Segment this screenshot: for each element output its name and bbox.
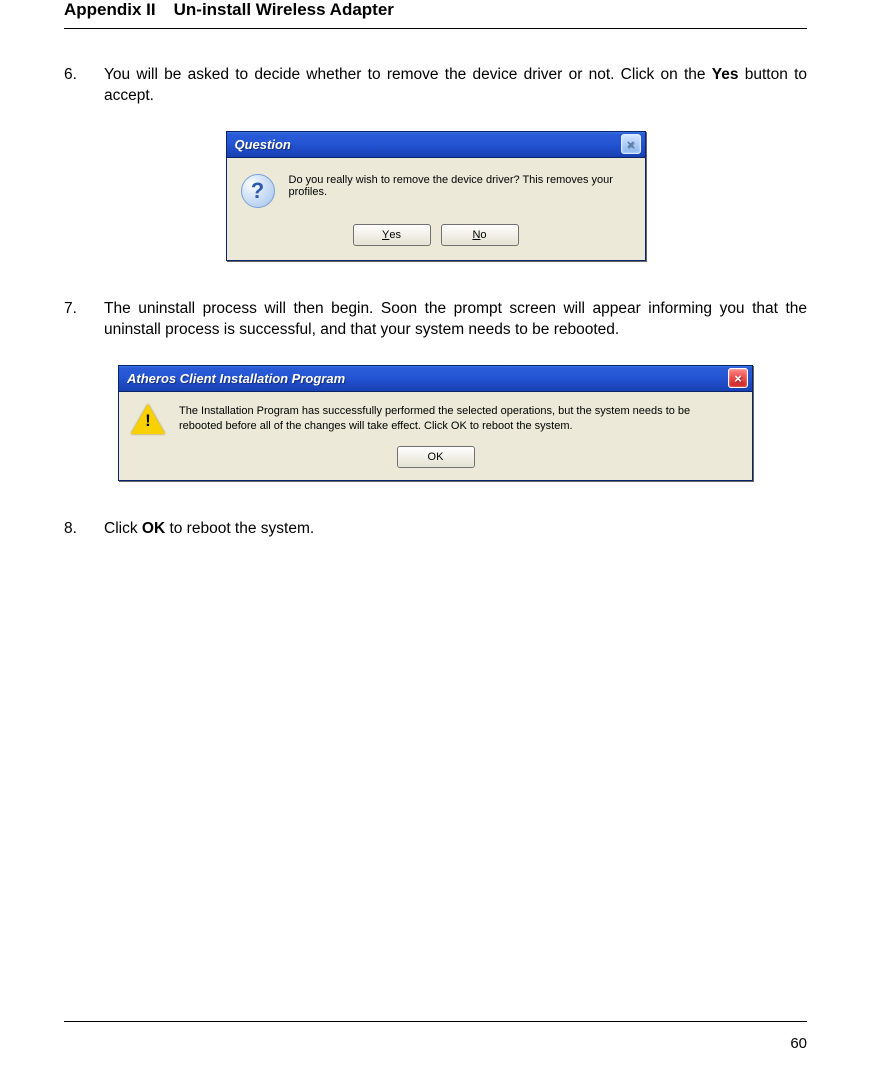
dialog-question-body: ? Do you really wish to remove the devic… <box>227 158 645 218</box>
dialog-install-body: The Installation Program has successfull… <box>119 392 752 442</box>
appendix-label: Appendix II <box>64 0 156 20</box>
dialog-install-wrap: Atheros Client Installation Program × Th… <box>64 365 807 481</box>
dialog-install-titlebar[interactable]: Atheros Client Installation Program × <box>119 366 752 392</box>
dialog-install-buttons: OK <box>119 442 752 480</box>
no-button[interactable]: No <box>441 224 519 246</box>
step-6-text-before: You will be asked to decide whether to r… <box>104 66 712 83</box>
ok-button[interactable]: OK <box>397 446 475 468</box>
step-8-text: Click OK to reboot the system. <box>104 519 807 540</box>
warning-icon <box>131 404 165 434</box>
no-rest: o <box>480 229 486 241</box>
step-8-text-after: to reboot the system. <box>165 520 314 537</box>
yes-button[interactable]: Yes <box>353 224 431 246</box>
page-title: Un-install Wireless Adapter <box>174 0 394 20</box>
close-icon[interactable]: × <box>621 134 641 154</box>
step-8-bold: OK <box>142 520 165 537</box>
dialog-install-title: Atheros Client Installation Program <box>127 371 728 386</box>
close-icon[interactable]: × <box>728 368 748 388</box>
page-header: Appendix II Un-install Wireless Adapter <box>64 0 807 20</box>
page-number: 60 <box>790 1035 807 1052</box>
dialog-question-titlebar[interactable]: Question × <box>227 132 645 158</box>
step-6-text: You will be asked to decide whether to r… <box>104 65 807 107</box>
step-7-text: The uninstall process will then begin. S… <box>104 299 807 341</box>
dialog-question-message: Do you really wish to remove the device … <box>289 174 627 198</box>
step-7: 7. The uninstall process will then begin… <box>64 299 807 341</box>
dialog-question: Question × ? Do you really wish to remov… <box>226 131 646 261</box>
footer-rule <box>64 1021 807 1022</box>
step-8-number: 8. <box>64 519 104 540</box>
yes-rest: es <box>389 229 401 241</box>
step-6: 6. You will be asked to decide whether t… <box>64 65 807 107</box>
header-rule <box>64 28 807 29</box>
dialog-question-buttons: Yes No <box>227 218 645 260</box>
yes-underline: Y <box>382 229 389 241</box>
dialog-question-title: Question <box>235 137 621 152</box>
dialog-question-wrap: Question × ? Do you really wish to remov… <box>64 131 807 261</box>
no-underline: N <box>472 229 480 241</box>
step-6-number: 6. <box>64 65 104 107</box>
step-6-bold: Yes <box>712 66 739 83</box>
question-icon: ? <box>241 174 275 208</box>
step-7-number: 7. <box>64 299 104 341</box>
step-8: 8. Click OK to reboot the system. <box>64 519 807 540</box>
dialog-install: Atheros Client Installation Program × Th… <box>118 365 753 481</box>
step-8-text-before: Click <box>104 520 142 537</box>
dialog-install-message: The Installation Program has successfull… <box>179 404 736 434</box>
